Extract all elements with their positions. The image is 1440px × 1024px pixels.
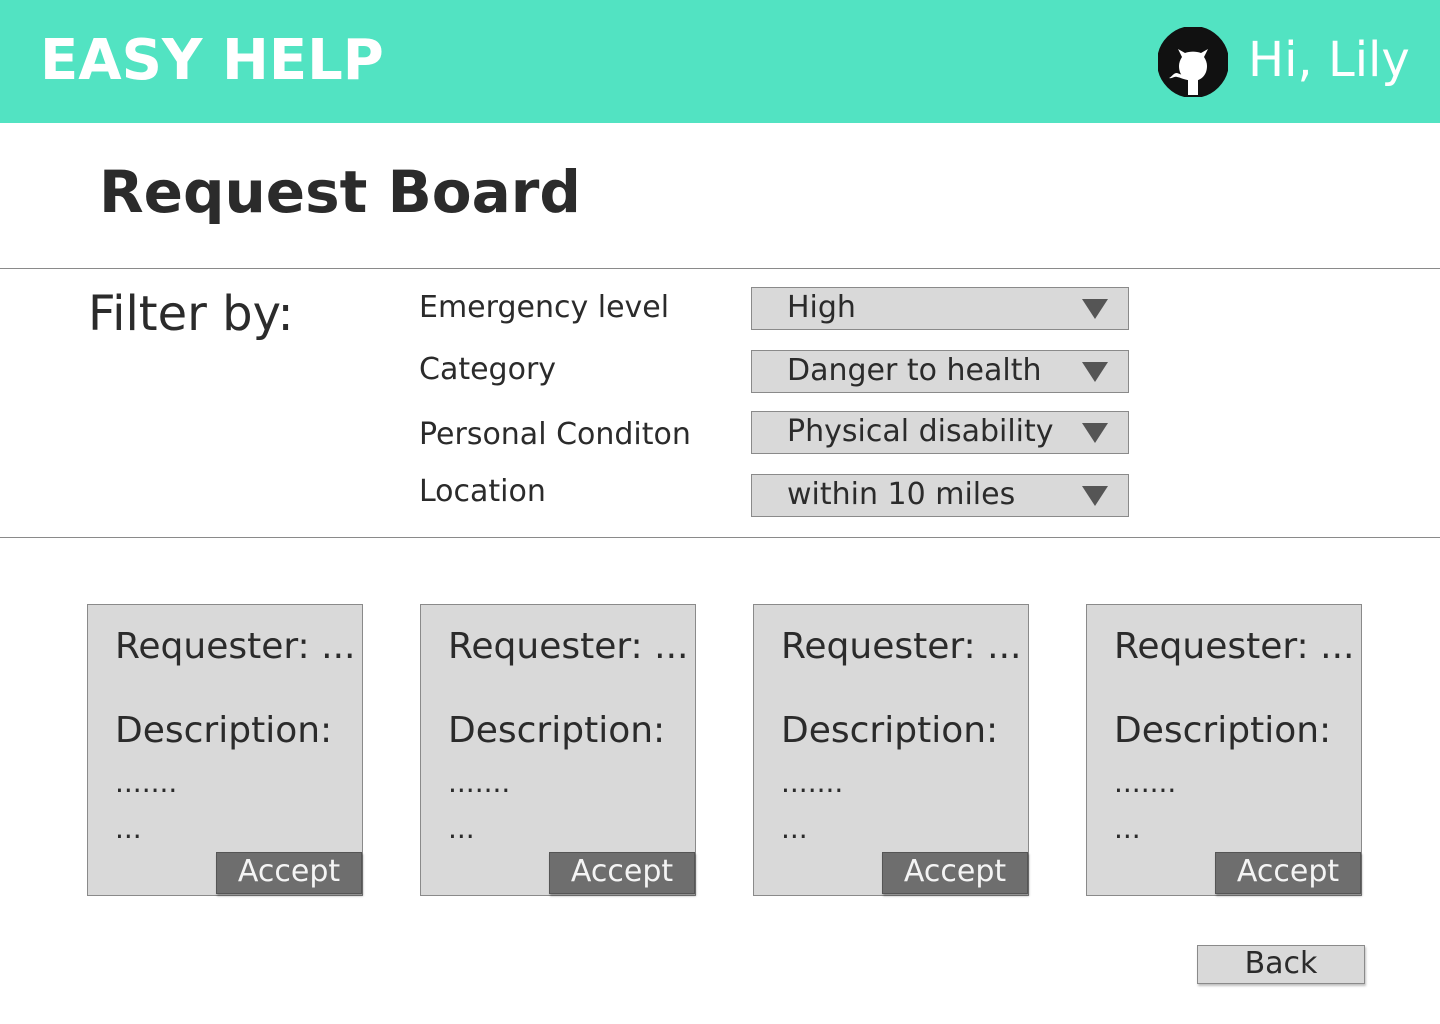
select-value: High [787, 290, 856, 325]
request-card[interactable]: Requester: ... Description: ....... ... … [753, 604, 1029, 896]
emergency-level-select[interactable]: High [751, 287, 1129, 330]
user-greeting[interactable]: Hi, Lily [1248, 30, 1410, 90]
category-label: Category [419, 352, 557, 387]
select-value: Danger to health [787, 353, 1042, 388]
request-card[interactable]: Requester: ... Description: ....... ... … [87, 604, 363, 896]
dropdown-arrow-icon[interactable] [1082, 486, 1108, 506]
accept-button[interactable]: Accept [882, 852, 1028, 894]
description-label: Description: [1114, 710, 1332, 751]
personal-condition-label: Personal Conditon [419, 417, 691, 452]
requester-text: Requester: ... [115, 626, 356, 667]
accept-button[interactable]: Accept [1215, 852, 1361, 894]
description-text: ... [115, 812, 142, 845]
dropdown-arrow-icon[interactable] [1082, 423, 1108, 443]
location-label: Location [419, 474, 546, 509]
accept-button[interactable]: Accept [216, 852, 362, 894]
description-text: ....... [115, 766, 178, 799]
divider [0, 537, 1440, 538]
emergency-level-label: Emergency level [419, 290, 670, 325]
description-text: ... [448, 812, 475, 845]
request-board-page: EASY HELP Hi, Lily Request Board Filter … [0, 0, 1440, 1024]
personal-condition-select[interactable]: Physical disability [751, 411, 1129, 454]
description-label: Description: [448, 710, 666, 751]
description-text: ... [1114, 812, 1141, 845]
select-value: Physical disability [787, 414, 1054, 449]
category-select[interactable]: Danger to health [751, 350, 1129, 393]
divider [0, 268, 1440, 269]
filter-heading: Filter by: [88, 286, 294, 342]
location-select[interactable]: within 10 miles [751, 474, 1129, 517]
description-text: ....... [1114, 766, 1177, 799]
requester-text: Requester: ... [781, 626, 1022, 667]
brand-logo-text[interactable]: EASY HELP [40, 29, 384, 93]
accept-button[interactable]: Accept [549, 852, 695, 894]
dropdown-arrow-icon[interactable] [1082, 299, 1108, 319]
description-text: ....... [448, 766, 511, 799]
dropdown-arrow-icon[interactable] [1082, 362, 1108, 382]
description-text: ....... [781, 766, 844, 799]
description-label: Description: [115, 710, 333, 751]
request-card[interactable]: Requester: ... Description: ....... ... … [420, 604, 696, 896]
select-value: within 10 miles [787, 477, 1016, 512]
description-text: ... [781, 812, 808, 845]
request-card[interactable]: Requester: ... Description: ....... ... … [1086, 604, 1362, 896]
requester-text: Requester: ... [448, 626, 689, 667]
requester-text: Requester: ... [1114, 626, 1355, 667]
back-button[interactable]: Back [1197, 945, 1365, 984]
page-title: Request Board [99, 158, 581, 226]
description-label: Description: [781, 710, 999, 751]
app-header: EASY HELP Hi, Lily [0, 0, 1440, 123]
github-octocat-icon[interactable] [1158, 27, 1228, 97]
